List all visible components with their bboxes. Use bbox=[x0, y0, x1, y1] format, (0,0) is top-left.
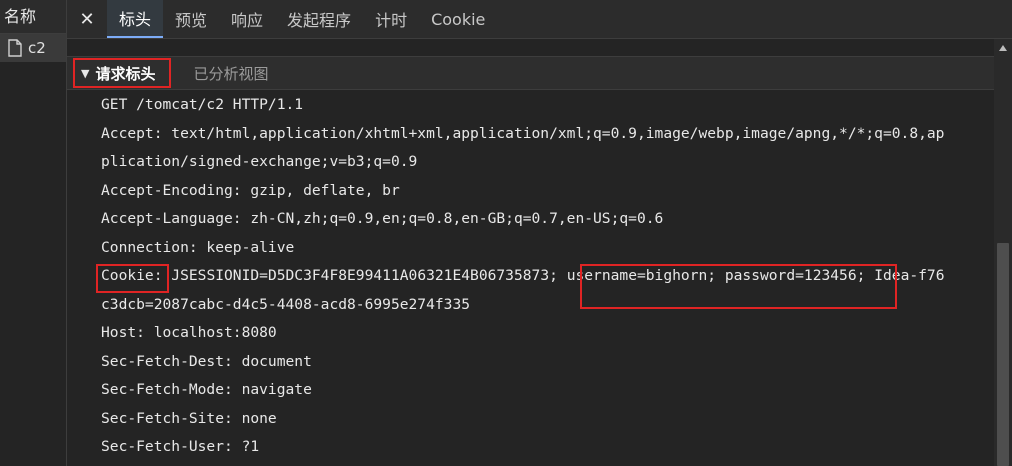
request-headers-section-header: ▼ 请求标头 已分析视图 bbox=[67, 57, 994, 90]
cookie-key-highlight bbox=[96, 264, 169, 293]
header-line: Sec-Fetch-Site: none bbox=[101, 409, 277, 427]
header-line: Sec-Fetch-Dest: document bbox=[101, 352, 312, 370]
header-line: Sec-Fetch-Mode: navigate bbox=[101, 381, 312, 398]
close-icon[interactable]: ✕ bbox=[67, 0, 107, 38]
name-column-header[interactable]: 名称 bbox=[0, 0, 66, 34]
request-headers-toggle[interactable]: ▼ 请求标头 bbox=[73, 58, 172, 88]
view-parsed-link[interactable]: 已分析视图 bbox=[193, 63, 268, 84]
header-line: Host: localhost:8080 bbox=[101, 324, 277, 341]
header-line: GET /tomcat/c2 HTTP/1.1 bbox=[101, 96, 304, 113]
request-item-label: c2 bbox=[28, 39, 46, 57]
document-icon bbox=[8, 39, 22, 57]
request-list-panel: 名称 c2 bbox=[0, 0, 67, 466]
triangle-down-icon: ▼ bbox=[81, 66, 90, 80]
header-line: Connection: keep-alive bbox=[101, 238, 295, 256]
tab-preview[interactable]: 预览 bbox=[163, 0, 219, 38]
header-line: Sec-Fetch-User: ?1 bbox=[101, 438, 260, 455]
tab-timing[interactable]: 计时 bbox=[363, 0, 419, 38]
collapsed-section-remnant bbox=[67, 39, 1012, 57]
headers-content: ▼ 请求标头 已分析视图 GET /tomcat/c2 HTTP/1.1 Acce… bbox=[67, 39, 1012, 466]
header-line: Accept: text/html,application/xhtml+xml,… bbox=[101, 124, 945, 142]
header-line: plication/signed-exchange;v=b3;q=0.9 bbox=[101, 153, 418, 170]
tab-initiator[interactable]: 发起程序 bbox=[275, 0, 363, 38]
tab-response[interactable]: 响应 bbox=[219, 0, 275, 38]
scroll-up-arrow-icon[interactable] bbox=[999, 45, 1007, 51]
header-line: Accept-Language: zh-CN,zh;q=0.9,en;q=0.8… bbox=[101, 210, 664, 227]
credentials-highlight bbox=[580, 264, 897, 309]
tab-cookies[interactable]: Cookie bbox=[419, 0, 497, 38]
tab-headers[interactable]: 标头 bbox=[107, 0, 164, 38]
detail-tab-bar: ✕ 标头 预览 响应 发起程序 计时 Cookie bbox=[67, 0, 1012, 39]
section-title: 请求标头 bbox=[95, 64, 156, 83]
vertical-scrollbar[interactable] bbox=[994, 39, 1012, 466]
request-item-c2[interactable]: c2 bbox=[0, 34, 66, 62]
scroll-thumb[interactable] bbox=[997, 243, 1009, 466]
header-line: Accept-Encoding: gzip, deflate, br bbox=[101, 181, 400, 199]
cookie-session: JSESSIONID=D5DC3F4F8E99411A06321E4B06735… bbox=[162, 267, 567, 284]
